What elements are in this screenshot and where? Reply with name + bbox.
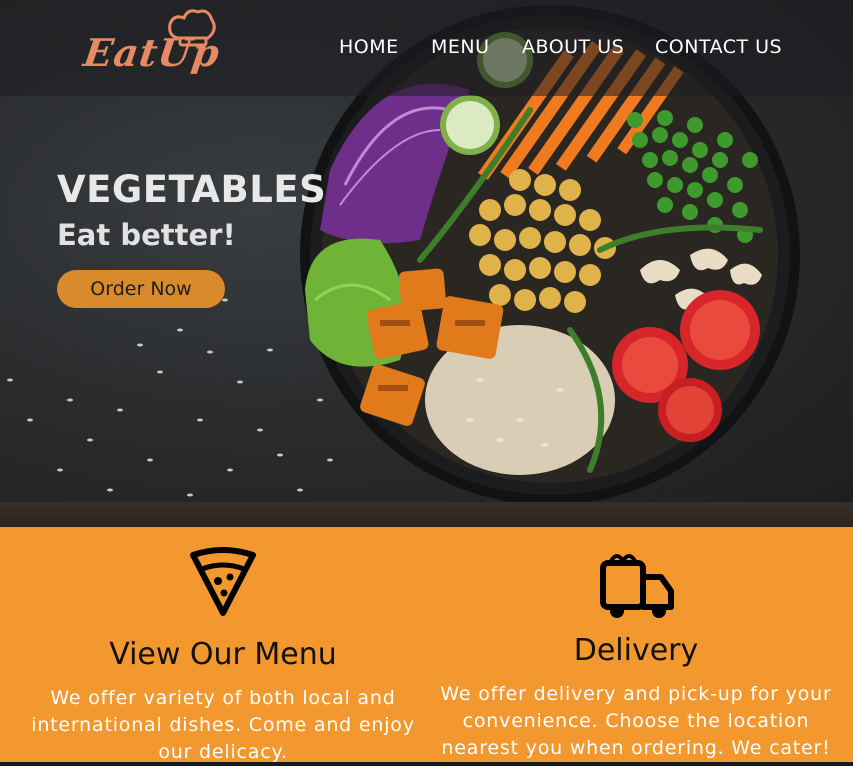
feature-description: We offer delivery and pick-up for your c…	[440, 683, 832, 759]
feature-title[interactable]: View Our Menu	[23, 635, 423, 675]
features-section: View Our Menu We offer variety of both l…	[0, 527, 853, 763]
nav-home-link[interactable]: HOME	[339, 36, 399, 58]
nav-contact-us-link[interactable]: CONTACT US	[655, 36, 782, 58]
order-now-button[interactable]: Order Now	[57, 270, 225, 308]
feature-description: We offer variety of both local and inter…	[31, 687, 415, 763]
feature-delivery: Delivery We offer delivery and pick-up f…	[436, 527, 836, 762]
feature-title[interactable]: Delivery	[436, 631, 836, 671]
nav-about-us-link[interactable]: ABOUT US	[522, 36, 624, 58]
logo-text: EatUp	[80, 30, 224, 75]
hero-title: VEGETABLES	[57, 168, 327, 211]
delivery-truck-icon[interactable]	[591, 543, 681, 643]
pizza-slice-icon[interactable]	[188, 547, 258, 647]
brand-logo[interactable]: EatUp	[80, 8, 224, 80]
nav-menu-link[interactable]: MENU	[431, 36, 490, 58]
hero-bottom-strip	[0, 502, 853, 527]
navbar: EatUp HOME MENU ABOUT US CONTACT US	[0, 0, 853, 96]
hero-subtitle: Eat better!	[57, 218, 236, 252]
hero-section: EatUp HOME MENU ABOUT US CONTACT US VEGE…	[0, 0, 853, 527]
feature-view-menu: View Our Menu We offer variety of both l…	[23, 527, 423, 766]
